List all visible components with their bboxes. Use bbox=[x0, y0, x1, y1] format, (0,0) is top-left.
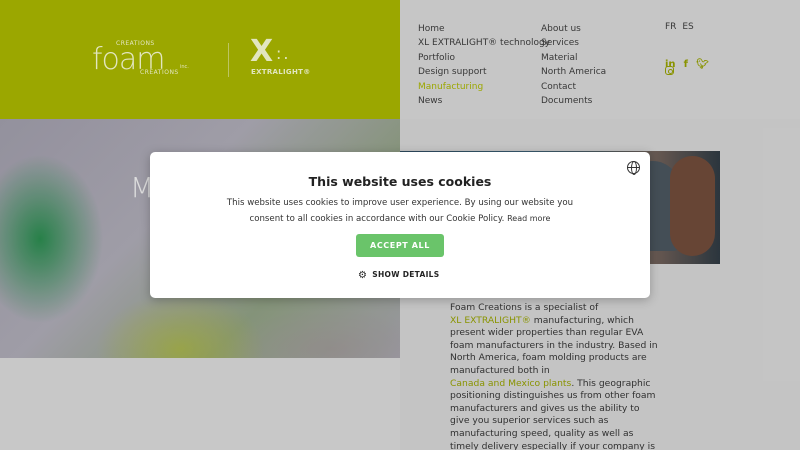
cookie-title: This website uses cookies bbox=[308, 174, 492, 189]
show-details-button[interactable]: ⚙ SHOW DETAILS bbox=[358, 270, 439, 281]
language-globe-icon[interactable] bbox=[627, 161, 640, 175]
accept-all-button[interactable]: ACCEPT ALL bbox=[356, 234, 444, 257]
show-details-label: SHOW DETAILS bbox=[372, 270, 440, 279]
cookie-consent-dialog: This website uses cookies This website u… bbox=[150, 152, 650, 298]
cookie-message: This website uses cookies to improve use… bbox=[215, 195, 585, 227]
gear-icon: ⚙ bbox=[358, 270, 368, 281]
read-more-link[interactable]: Read more bbox=[507, 214, 550, 223]
